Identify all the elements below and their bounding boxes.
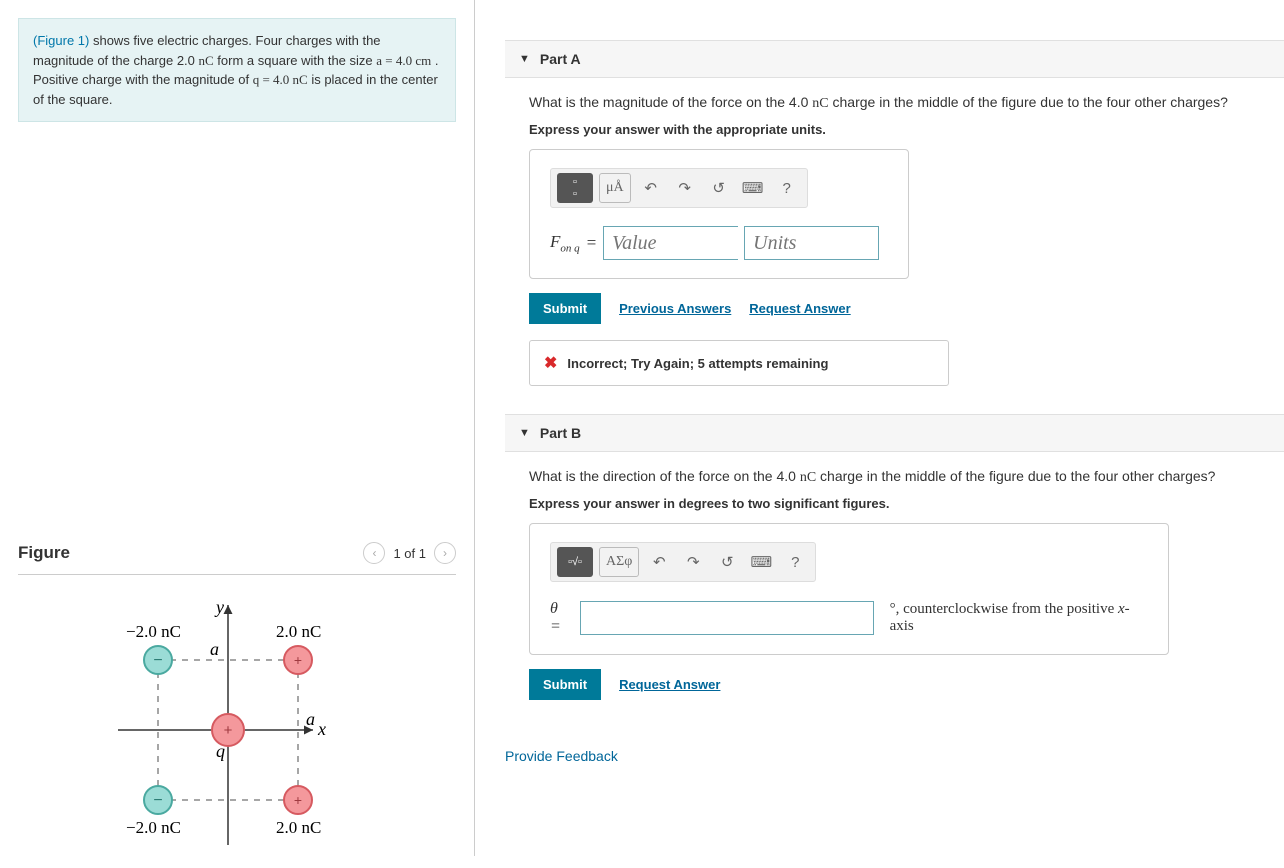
submit-button[interactable]: Submit [529,669,601,700]
part-a-title: Part A [540,51,581,67]
keyboard-icon[interactable]: ⌨ [747,549,775,575]
units-picker-icon[interactable]: μÅ [599,173,631,203]
redo-icon[interactable]: ↷ [671,175,699,201]
part-b-instruction: Express your answer in degrees to two si… [529,496,1284,511]
right-panel: ▼ Part A What is the magnitude of the fo… [475,0,1284,856]
undo-icon[interactable]: ↶ [637,175,665,201]
units-input[interactable] [744,226,879,260]
part-a-body: What is the magnitude of the force on th… [505,78,1284,414]
qA-post: charge in the middle of the figure due t… [829,94,1228,110]
svg-text:+: + [294,652,302,668]
part-b-toolbar: ▫√▫ ΑΣφ ↶ ↷ ↺ ⌨ ? [550,542,816,582]
figure-nav: ‹ 1 of 1 › [363,542,456,564]
redo-icon[interactable]: ↷ [679,549,707,575]
svg-text:+: + [294,792,302,808]
variable-theta: θ = [550,600,572,636]
part-b-header[interactable]: ▼ Part B [505,414,1284,452]
provide-feedback-link[interactable]: Provide Feedback [505,748,1284,764]
reset-icon[interactable]: ↺ [713,549,741,575]
qB-pre: What is the direction of the force on th… [529,468,800,484]
part-a-input-row: Fon q = [550,226,888,260]
x-axis-label: x [317,719,326,739]
part-a-answer-box: ▫▫ μÅ ↶ ↷ ↺ ⌨ ? Fon q = [529,149,909,279]
feedback-box: ✖ Incorrect; Try Again; 5 attempts remai… [529,340,949,386]
part-a-toolbar: ▫▫ μÅ ↶ ↷ ↺ ⌨ ? [550,168,808,208]
figure-link[interactable]: (Figure 1) [33,33,89,48]
a-label-side: a [306,709,315,729]
charge-br-label: 2.0 nC [276,818,321,837]
q-label: q [216,741,225,761]
part-b-answer-box: ▫√▫ ΑΣφ ↶ ↷ ↺ ⌨ ? θ = °, counterclockwis… [529,523,1169,655]
part-b-title: Part B [540,425,581,441]
keyboard-icon[interactable]: ⌨ [739,175,767,201]
part-a-header[interactable]: ▼ Part A [505,40,1284,78]
help-icon[interactable]: ? [773,175,801,201]
theta-input[interactable] [580,601,873,635]
suffix-x: x [1118,601,1125,617]
part-b-body: What is the direction of the force on th… [505,452,1284,728]
qB-post: charge in the middle of the figure due t… [816,468,1215,484]
request-answer-link[interactable]: Request Answer [749,301,850,316]
unit-nc: nC [199,53,214,68]
a-label-top: a [210,639,219,659]
request-answer-link[interactable]: Request Answer [619,677,720,692]
part-a-question: What is the magnitude of the force on th… [529,94,1284,112]
root-template-icon[interactable]: ▫√▫ [557,547,593,577]
part-b-submit-row: Submit Request Answer [529,669,1284,700]
qB-unit: nC [800,470,816,485]
svg-text:+: + [224,722,233,739]
figure-diagram: y x − + − + + −2.0 nC 2.0 nC −2.0 nC 2.0… [18,595,358,865]
fraction-template-icon[interactable]: ▫▫ [557,173,593,203]
previous-answers-link[interactable]: Previous Answers [619,301,731,316]
left-panel: (Figure 1) shows five electric charges. … [0,0,475,856]
qA-pre: What is the magnitude of the force on th… [529,94,812,110]
qA-unit: nC [812,96,828,111]
figure-section: Figure ‹ 1 of 1 › y x − [18,542,456,868]
incorrect-icon: ✖ [544,353,557,373]
greek-picker-icon[interactable]: ΑΣφ [599,547,639,577]
y-axis-label: y [214,597,224,617]
charge-tl-label: −2.0 nC [126,622,181,641]
help-icon[interactable]: ? [781,549,809,575]
problem-text-2: form a square with the size [214,53,377,68]
problem-statement: (Figure 1) shows five electric charges. … [18,18,456,122]
charge-tr-label: 2.0 nC [276,622,321,641]
svg-text:−: − [153,792,162,809]
caret-down-icon: ▼ [519,53,530,65]
part-a-instruction: Express your answer with the appropriate… [529,122,1284,137]
feedback-text: Incorrect; Try Again; 5 attempts remaini… [567,356,828,371]
eq-a: a = 4.0 cm [376,53,431,68]
equals-sign: = [586,233,597,253]
suffix-1: , counterclockwise from the positive [896,601,1118,617]
undo-icon[interactable]: ↶ [645,549,673,575]
figure-title: Figure [18,543,70,563]
figure-next-button[interactable]: › [434,542,456,564]
submit-button[interactable]: Submit [529,293,601,324]
variable-F: Fon q [550,232,580,254]
figure-divider [18,574,456,575]
value-input[interactable] [603,226,738,260]
eq-q: q = 4.0 nC [253,72,308,87]
figure-prev-button[interactable]: ‹ [363,542,385,564]
charge-bl-label: −2.0 nC [126,818,181,837]
caret-down-icon: ▼ [519,427,530,439]
figure-counter: 1 of 1 [393,546,426,561]
reset-icon[interactable]: ↺ [705,175,733,201]
svg-text:−: − [153,652,162,669]
part-a-submit-row: Submit Previous Answers Request Answer [529,293,1284,324]
answer-suffix: °, counterclockwise from the positive x-… [890,601,1148,635]
part-b-question: What is the direction of the force on th… [529,468,1284,486]
